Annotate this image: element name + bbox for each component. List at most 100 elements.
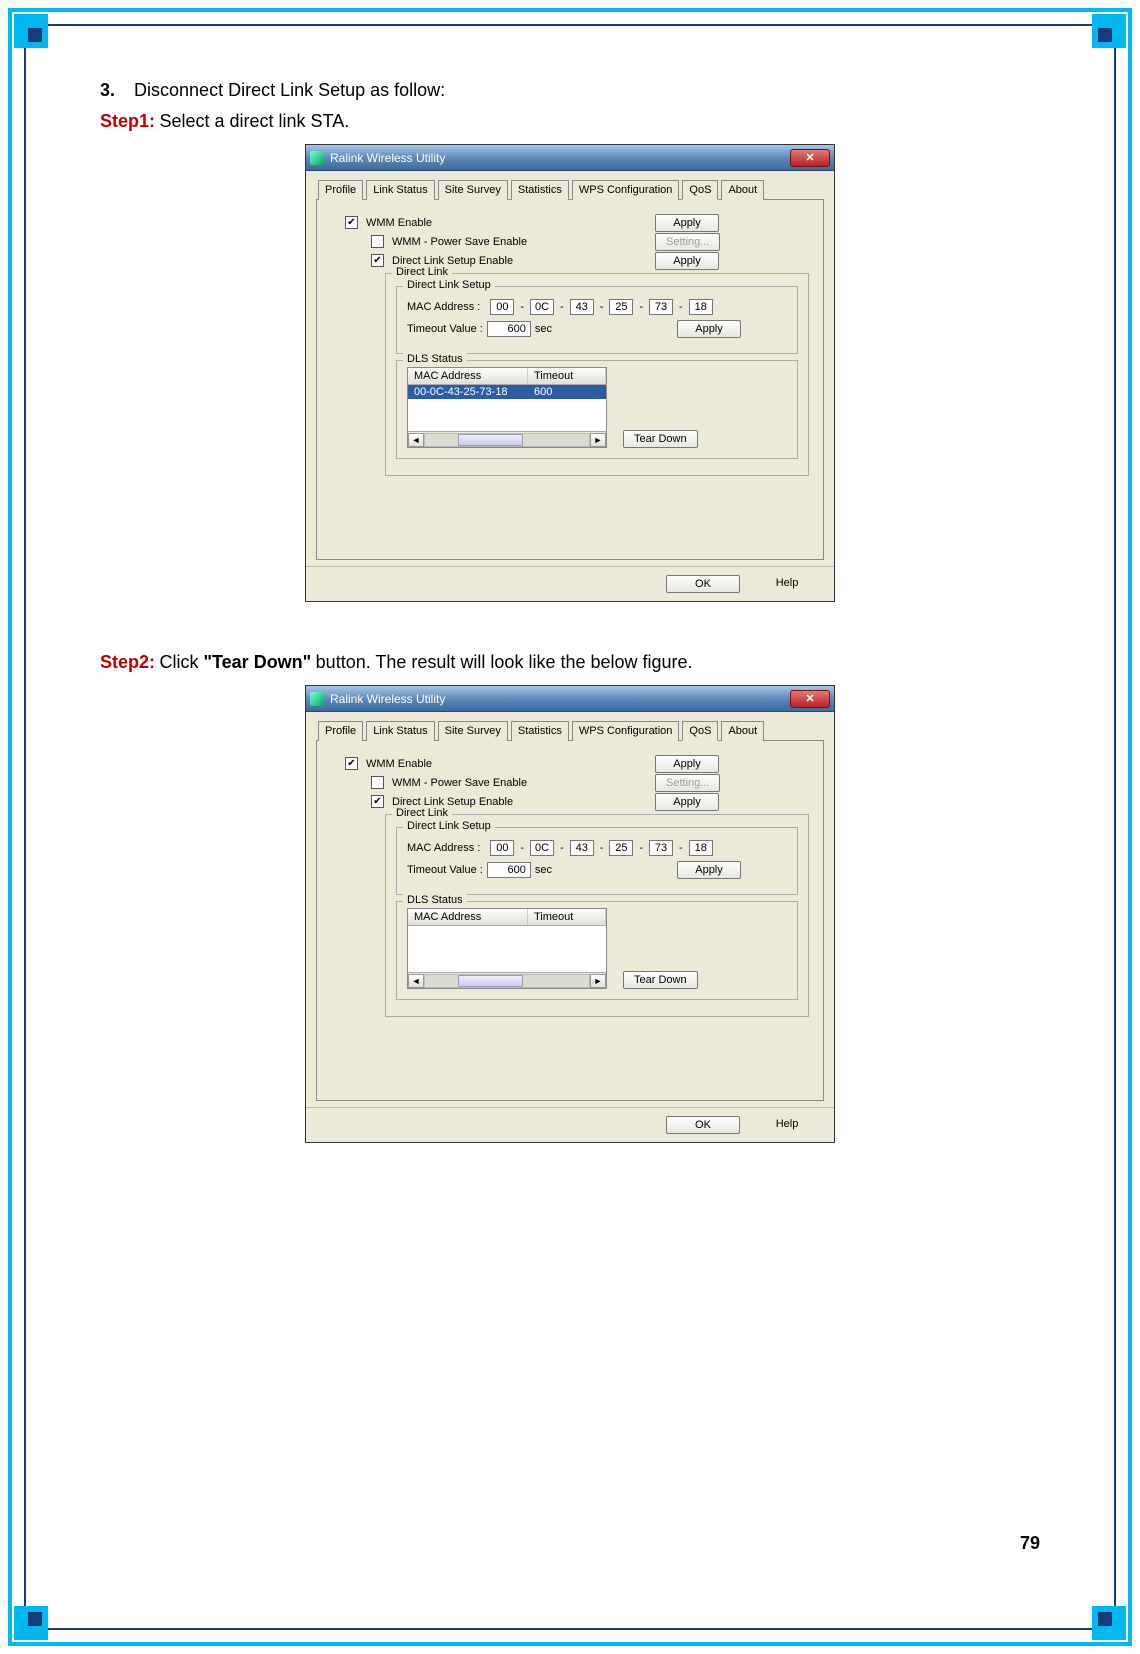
- horizontal-scrollbar[interactable]: ◄ ►: [408, 972, 606, 988]
- col-mac-address[interactable]: MAC Address: [408, 368, 528, 384]
- tab-statistics[interactable]: Statistics: [511, 721, 569, 741]
- step1-label: Step1:: [100, 111, 155, 131]
- timeout-label: Timeout Value :: [407, 323, 483, 335]
- step1-text: Select a direct link STA.: [159, 111, 349, 131]
- setting-button[interactable]: Setting...: [655, 233, 720, 251]
- dls-enable-checkbox[interactable]: ✔: [371, 254, 384, 267]
- tear-down-button[interactable]: Tear Down: [623, 971, 698, 989]
- timeout-input[interactable]: 600: [487, 862, 531, 878]
- dialog-body: Profile Link Status Site Survey Statisti…: [306, 712, 834, 1107]
- dls-status-area: MAC Address Timeout ◄ ►: [407, 908, 787, 989]
- window-title: Ralink Wireless Utility: [330, 151, 790, 165]
- mac-octet-4[interactable]: 25: [609, 299, 633, 315]
- step2-emphasis: "Tear Down": [203, 652, 311, 672]
- dialog-footer: OK Help: [306, 566, 834, 601]
- mac-octet-5[interactable]: 73: [649, 299, 673, 315]
- setting-button[interactable]: Setting...: [655, 774, 720, 792]
- close-button[interactable]: ✕: [790, 149, 830, 167]
- close-icon: ✕: [805, 692, 814, 705]
- scroll-right-icon[interactable]: ►: [590, 974, 606, 988]
- timeout-unit: sec: [535, 323, 552, 335]
- dialog-body: Profile Link Status Site Survey Statisti…: [306, 171, 834, 566]
- wmm-ps-label: WMM - Power Save Enable: [392, 236, 527, 248]
- apply-button[interactable]: Apply: [655, 214, 719, 232]
- tab-profile[interactable]: Profile: [318, 721, 363, 741]
- tab-about[interactable]: About: [721, 180, 764, 200]
- table-row[interactable]: 00-0C-43-25-73-18 600: [408, 385, 606, 399]
- tab-content-qos: ✔ WMM Enable Apply WMM - Power Save Enab…: [316, 200, 824, 560]
- tab-qos[interactable]: QoS: [682, 721, 718, 741]
- scroll-thumb[interactable]: [458, 434, 524, 446]
- mac-octet-1[interactable]: 00: [490, 840, 514, 856]
- apply-button[interactable]: Apply: [655, 755, 719, 773]
- frame-corner-inner: [1098, 1612, 1112, 1626]
- tab-about[interactable]: About: [721, 721, 764, 741]
- dls-table-body: 00-0C-43-25-73-18 600: [408, 385, 606, 431]
- dls-status-table[interactable]: MAC Address Timeout ◄ ►: [407, 908, 607, 989]
- help-button[interactable]: Help: [750, 1116, 824, 1134]
- scroll-left-icon[interactable]: ◄: [408, 974, 424, 988]
- legend-dls-setup: Direct Link Setup: [403, 820, 495, 832]
- legend-dls-status: DLS Status: [403, 353, 467, 365]
- frame-corner-inner: [28, 1612, 42, 1626]
- mac-octet-4[interactable]: 25: [609, 840, 633, 856]
- mac-octet-2[interactable]: 0C: [530, 840, 554, 856]
- tab-site-survey[interactable]: Site Survey: [438, 721, 508, 741]
- dls-enable-label: Direct Link Setup Enable: [392, 255, 513, 267]
- dls-status-table[interactable]: MAC Address Timeout 00-0C-43-25-73-18 60…: [407, 367, 607, 448]
- mac-octet-3[interactable]: 43: [570, 840, 594, 856]
- scroll-left-icon[interactable]: ◄: [408, 433, 424, 447]
- wmm-ps-checkbox[interactable]: [371, 235, 384, 248]
- scroll-track[interactable]: [424, 433, 590, 447]
- dls-enable-label: Direct Link Setup Enable: [392, 796, 513, 808]
- tear-down-button[interactable]: Tear Down: [623, 430, 698, 448]
- col-timeout[interactable]: Timeout: [528, 368, 606, 384]
- dls-status-area: MAC Address Timeout 00-0C-43-25-73-18 60…: [407, 367, 787, 448]
- horizontal-scrollbar[interactable]: ◄ ►: [408, 431, 606, 447]
- ok-button[interactable]: OK: [666, 575, 740, 593]
- tab-wps-configuration[interactable]: WPS Configuration: [572, 721, 680, 741]
- tab-link-status[interactable]: Link Status: [366, 721, 434, 741]
- apply-button[interactable]: Apply: [655, 252, 719, 270]
- tab-link-status[interactable]: Link Status: [366, 180, 434, 200]
- timeout-input[interactable]: 600: [487, 321, 531, 337]
- tab-qos[interactable]: QoS: [682, 180, 718, 200]
- step2-text-before: Click: [159, 652, 203, 672]
- dls-enable-checkbox[interactable]: ✔: [371, 795, 384, 808]
- wmm-ps-checkbox[interactable]: [371, 776, 384, 789]
- mac-octet-1[interactable]: 00: [490, 299, 514, 315]
- col-timeout[interactable]: Timeout: [528, 909, 606, 925]
- apply-button[interactable]: Apply: [677, 320, 741, 338]
- scroll-right-icon[interactable]: ►: [590, 433, 606, 447]
- mac-octet-3[interactable]: 43: [570, 299, 594, 315]
- list-number: 3.: [100, 80, 115, 100]
- scroll-track[interactable]: [424, 974, 590, 988]
- wmm-ps-label: WMM - Power Save Enable: [392, 777, 527, 789]
- help-button[interactable]: Help: [750, 575, 824, 593]
- wmm-enable-checkbox[interactable]: ✔: [345, 216, 358, 229]
- titlebar[interactable]: Ralink Wireless Utility ✕: [306, 145, 834, 171]
- scroll-thumb[interactable]: [458, 975, 524, 987]
- dls-table-header: MAC Address Timeout: [408, 368, 606, 385]
- mac-octet-6[interactable]: 18: [689, 840, 713, 856]
- close-button[interactable]: ✕: [790, 690, 830, 708]
- ok-button[interactable]: OK: [666, 1116, 740, 1134]
- col-mac-address[interactable]: MAC Address: [408, 909, 528, 925]
- tab-site-survey[interactable]: Site Survey: [438, 180, 508, 200]
- legend-direct-link: Direct Link: [392, 266, 452, 278]
- titlebar[interactable]: Ralink Wireless Utility ✕: [306, 686, 834, 712]
- tab-profile[interactable]: Profile: [318, 180, 363, 200]
- tab-wps-configuration[interactable]: WPS Configuration: [572, 180, 680, 200]
- mac-octet-2[interactable]: 0C: [530, 299, 554, 315]
- window-title: Ralink Wireless Utility: [330, 692, 790, 706]
- apply-button[interactable]: Apply: [655, 793, 719, 811]
- tab-statistics[interactable]: Statistics: [511, 180, 569, 200]
- wmm-enable-row: ✔ WMM Enable Apply: [345, 216, 809, 229]
- mac-octet-6[interactable]: 18: [689, 299, 713, 315]
- apply-button[interactable]: Apply: [677, 861, 741, 879]
- mac-octet-5[interactable]: 73: [649, 840, 673, 856]
- fieldset-dls-status: DLS Status MAC Address Timeout ◄: [396, 901, 798, 1000]
- step2-text-after: button. The result will look like the be…: [316, 652, 693, 672]
- cell-timeout: 600: [528, 385, 606, 399]
- wmm-enable-checkbox[interactable]: ✔: [345, 757, 358, 770]
